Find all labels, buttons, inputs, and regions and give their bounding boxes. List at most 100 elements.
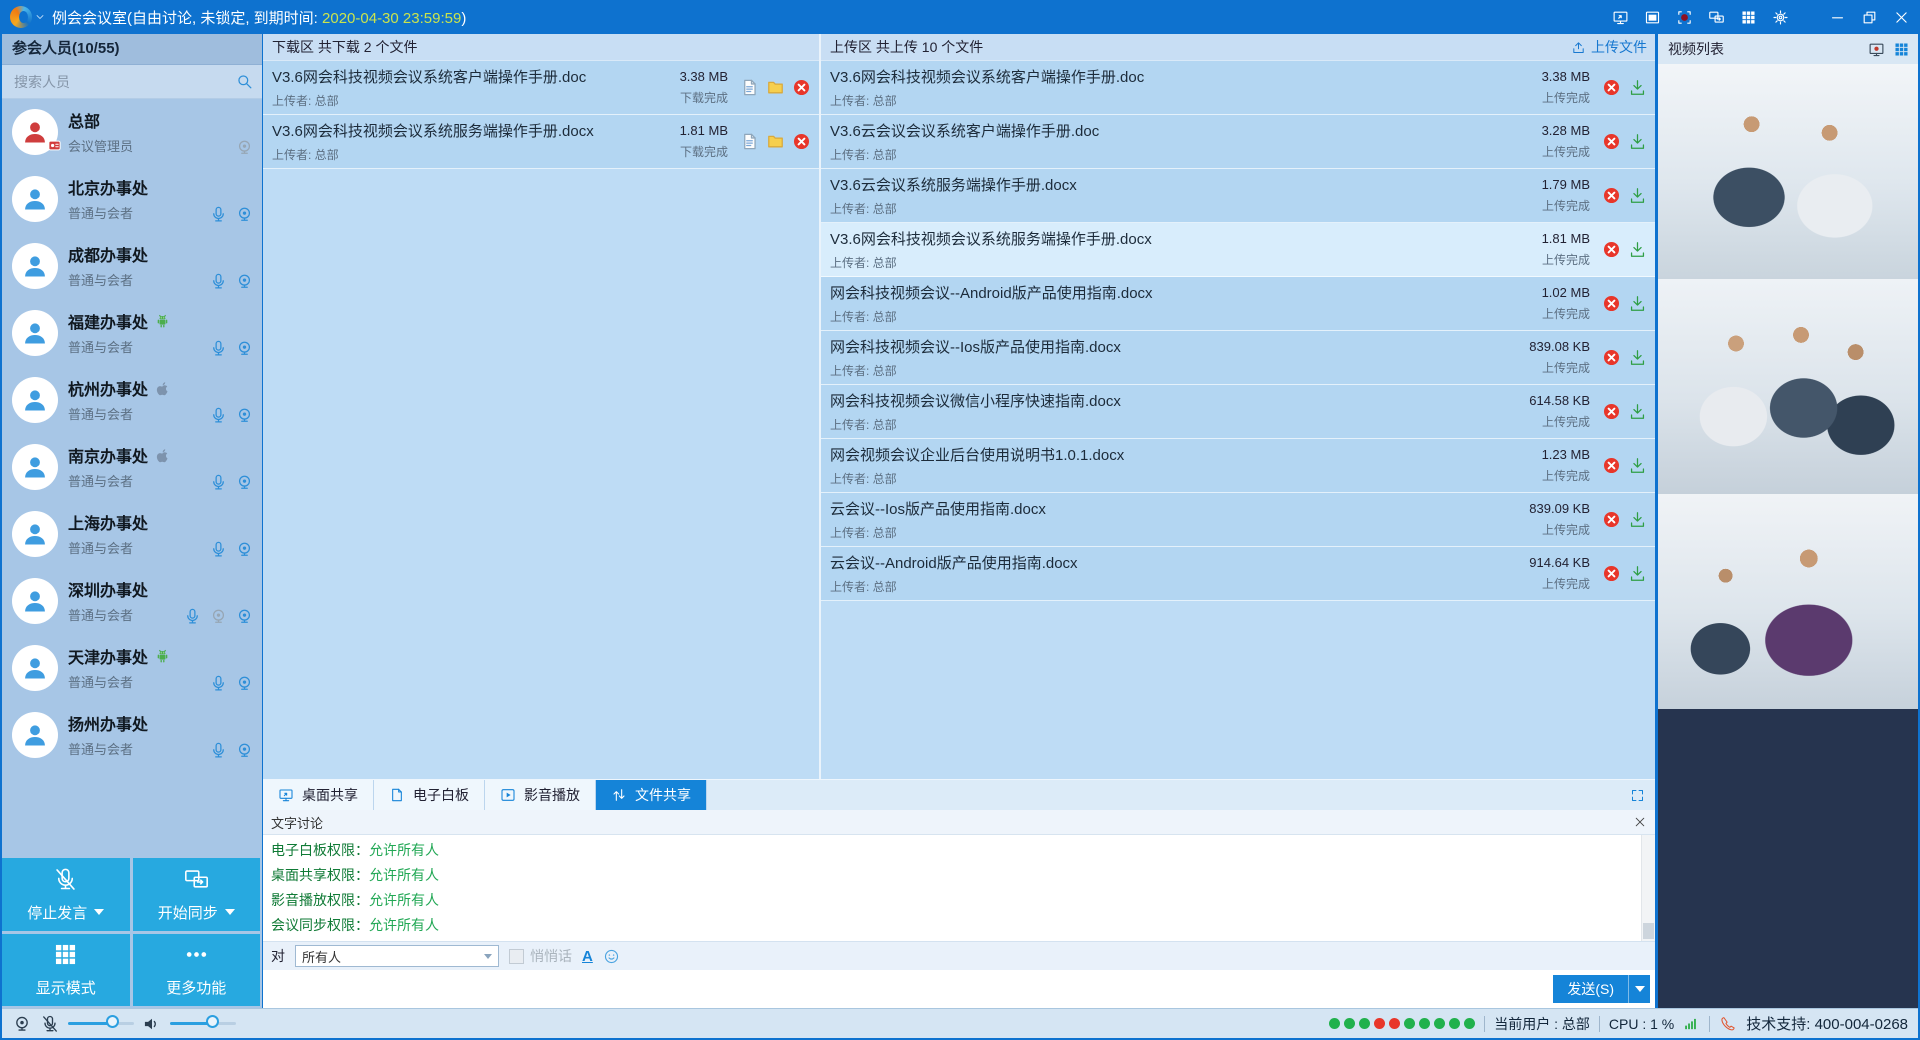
tab-desktop-share[interactable]: 桌面共享 — [263, 780, 374, 810]
upload-file-row[interactable]: 网会科技视频会议--Android版产品使用指南.docx 上传者: 总部 1.… — [821, 277, 1655, 331]
video-thumbnail[interactable] — [1658, 64, 1918, 279]
download-icon[interactable] — [1628, 132, 1647, 151]
download-icon[interactable] — [1628, 186, 1647, 205]
download-icon[interactable] — [1628, 564, 1647, 583]
download-file-row[interactable]: V3.6网会科技视频会议系统服务端操作手册.docx 上传者: 总部 1.81 … — [263, 115, 819, 169]
upload-file-row[interactable]: 网会科技视频会议微信小程序快速指南.docx 上传者: 总部 614.58 KB… — [821, 385, 1655, 439]
whiteboard-icon[interactable] — [1644, 9, 1661, 26]
more-functions-button[interactable]: 更多功能 — [133, 934, 261, 1007]
font-color-icon[interactable]: A — [582, 948, 593, 965]
upload-file-row[interactable]: 云会议--Android版产品使用指南.docx 上传者: 总部 914.64 … — [821, 547, 1655, 601]
mic-icon[interactable] — [209, 473, 228, 492]
download-icon[interactable] — [1628, 402, 1647, 421]
record-icon[interactable] — [1676, 9, 1693, 26]
participant-row[interactable]: 总部 会议管理员 — [2, 98, 262, 165]
participant-row[interactable]: 上海办事处 普通与会者 — [2, 500, 262, 567]
upload-file-row[interactable]: V3.6云会议会议系统客户端操作手册.doc 上传者: 总部 3.28 MB 上… — [821, 115, 1655, 169]
dropdown-arrow-icon[interactable] — [94, 909, 104, 915]
send-button[interactable]: 发送(S) — [1553, 975, 1628, 1003]
open-folder-icon[interactable] — [766, 132, 785, 151]
delete-icon[interactable] — [1602, 240, 1621, 259]
participant-row[interactable]: 福建办事处 普通与会者 — [2, 299, 262, 366]
mic-icon[interactable] — [209, 741, 228, 760]
stop-speaking-button[interactable]: 停止发言 — [2, 858, 130, 931]
search-box[interactable] — [2, 65, 262, 99]
mic-icon[interactable] — [209, 339, 228, 358]
delete-icon[interactable] — [1602, 402, 1621, 421]
message-input-area[interactable]: 发送(S) — [263, 970, 1655, 1008]
mic-icon[interactable] — [209, 272, 228, 291]
upload-file-row[interactable]: 云会议--Ios版产品使用指南.docx 上传者: 总部 839.09 KB 上… — [821, 493, 1655, 547]
participant-row[interactable]: 北京办事处 普通与会者 — [2, 165, 262, 232]
delete-icon[interactable] — [1602, 456, 1621, 475]
tab-file-share[interactable]: 文件共享 — [596, 780, 707, 810]
settings-icon[interactable] — [1772, 9, 1789, 26]
video-grid-icon[interactable] — [1893, 41, 1910, 58]
chat-scrollbar[interactable] — [1641, 835, 1655, 941]
tab-media-play[interactable]: 影音播放 — [485, 780, 596, 810]
maximize-icon[interactable] — [1861, 9, 1878, 26]
delete-icon[interactable] — [792, 78, 811, 97]
webcam-icon[interactable] — [12, 1014, 32, 1034]
upload-file-row[interactable]: 网会科技视频会议--Ios版产品使用指南.docx 上传者: 总部 839.08… — [821, 331, 1655, 385]
download-icon[interactable] — [1628, 348, 1647, 367]
cam-icon[interactable] — [235, 272, 254, 291]
cam-icon[interactable] — [235, 741, 254, 760]
delete-icon[interactable] — [792, 132, 811, 151]
screen-record-icon[interactable] — [1868, 41, 1885, 58]
expand-icon[interactable] — [1630, 788, 1645, 803]
download-icon[interactable] — [1628, 78, 1647, 97]
scrollbar-thumb[interactable] — [1643, 923, 1654, 939]
tab-whiteboard[interactable]: 电子白板 — [374, 780, 485, 810]
upload-file-row[interactable]: V3.6云会议系统服务端操作手册.docx 上传者: 总部 1.79 MB 上传… — [821, 169, 1655, 223]
download-icon[interactable] — [1628, 510, 1647, 529]
mic-icon[interactable] — [209, 205, 228, 224]
search-icon[interactable] — [235, 72, 254, 91]
participant-row[interactable]: 成都办事处 普通与会者 — [2, 232, 262, 299]
minimize-icon[interactable] — [1829, 9, 1846, 26]
download-icon[interactable] — [1628, 240, 1647, 259]
cam-icon[interactable] — [235, 473, 254, 492]
whisper-checkbox[interactable] — [509, 949, 524, 964]
mic-volume-slider[interactable] — [68, 1022, 134, 1025]
cam-icon[interactable] — [235, 205, 254, 224]
cam-grey-icon[interactable] — [209, 607, 228, 626]
delete-icon[interactable] — [1602, 510, 1621, 529]
cam-icon[interactable] — [235, 339, 254, 358]
chat-close-icon[interactable] — [1633, 815, 1647, 829]
download-icon[interactable] — [1628, 456, 1647, 475]
display-mode-button[interactable]: 显示模式 — [2, 934, 130, 1007]
open-folder-icon[interactable] — [766, 78, 785, 97]
mic-muted-icon[interactable] — [40, 1014, 60, 1034]
delete-icon[interactable] — [1602, 186, 1621, 205]
cam-icon[interactable] — [235, 540, 254, 559]
participant-row[interactable]: 天津办事处 普通与会者 — [2, 634, 262, 701]
chevron-down-icon[interactable] — [34, 11, 46, 23]
delete-icon[interactable] — [1602, 294, 1621, 313]
mic-icon[interactable] — [209, 540, 228, 559]
download-file-row[interactable]: V3.6网会科技视频会议系统客户端操作手册.doc 上传者: 总部 3.38 M… — [263, 61, 819, 115]
speaker-volume-slider[interactable] — [170, 1022, 236, 1025]
participant-row[interactable]: 南京办事处 普通与会者 — [2, 433, 262, 500]
mic-icon[interactable] — [183, 607, 202, 626]
display-mode-icon[interactable] — [1740, 9, 1757, 26]
delete-icon[interactable] — [1602, 564, 1621, 583]
sync-icon[interactable] — [1708, 9, 1725, 26]
screen-share-icon[interactable] — [1612, 9, 1629, 26]
mic-icon[interactable] — [209, 406, 228, 425]
upload-file-link[interactable]: 上传文件 — [1571, 37, 1647, 57]
participant-row[interactable]: 深圳办事处 普通与会者 — [2, 567, 262, 634]
delete-icon[interactable] — [1602, 78, 1621, 97]
search-input[interactable] — [12, 73, 235, 91]
start-sync-button[interactable]: 开始同步 — [133, 858, 261, 931]
upload-file-row[interactable]: V3.6网会科技视频会议系统服务端操作手册.docx 上传者: 总部 1.81 … — [821, 223, 1655, 277]
cam-icon[interactable] — [235, 674, 254, 693]
emoji-icon[interactable] — [603, 948, 620, 965]
video-thumbnail[interactable] — [1658, 279, 1918, 494]
download-icon[interactable] — [1628, 294, 1647, 313]
open-file-icon[interactable] — [740, 78, 759, 97]
upload-file-row[interactable]: 网会视频会议企业后台使用说明书1.0.1.docx 上传者: 总部 1.23 M… — [821, 439, 1655, 493]
cam-icon[interactable] — [235, 607, 254, 626]
mic-icon[interactable] — [209, 674, 228, 693]
recipient-select[interactable]: 所有人 — [295, 945, 499, 967]
